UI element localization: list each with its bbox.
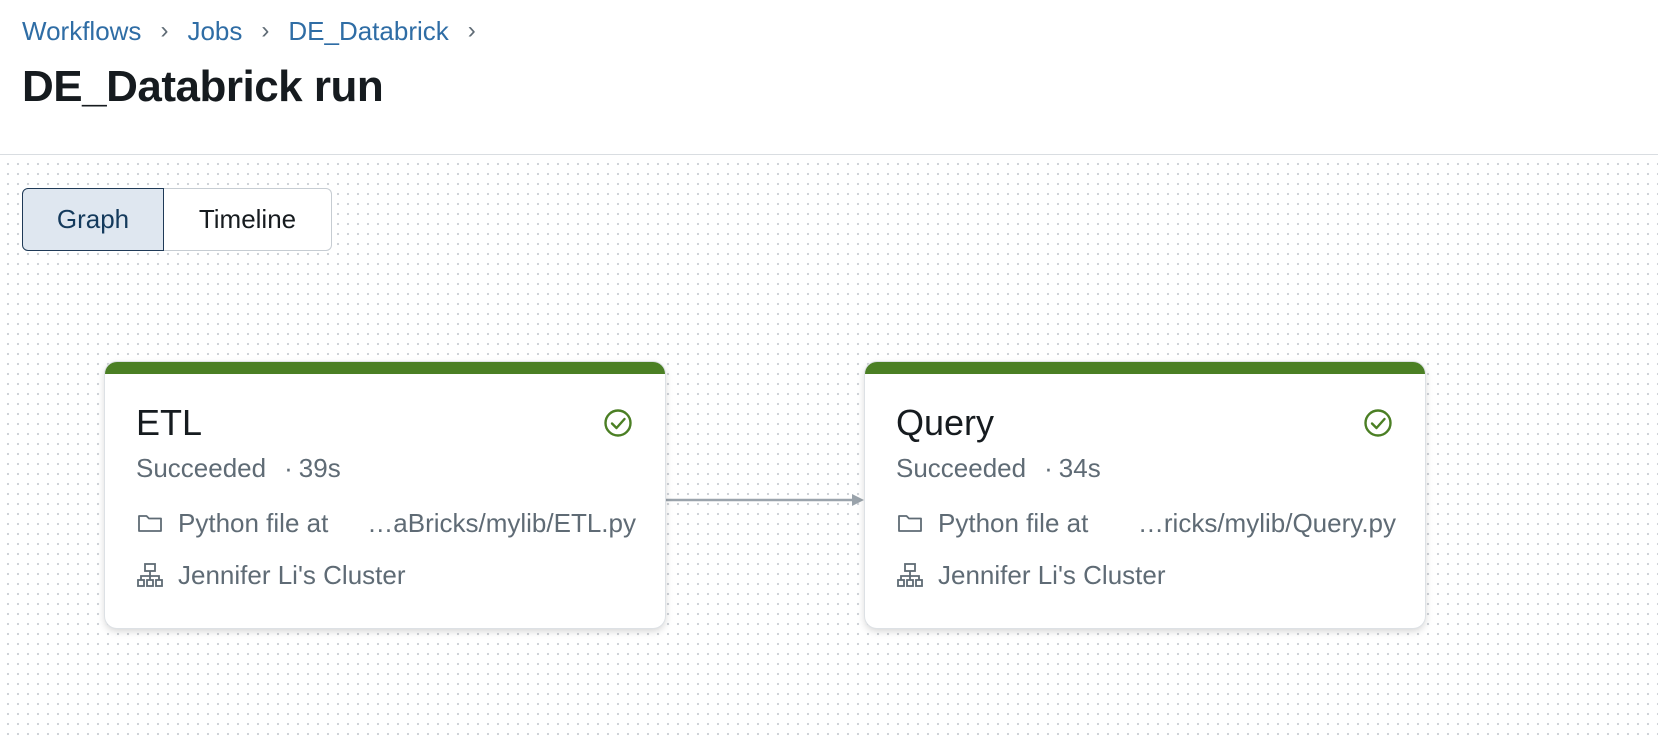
task-card-query[interactable]: Query Succeeded · 34s Python file at …ri… [865,362,1425,628]
task-cluster-row: Jennifer Li's Cluster [136,559,406,591]
file-path: …aBricks/mylib/ETL.py [367,507,636,538]
breadcrumb-workflows[interactable]: Workflows [22,16,141,47]
task-file-row: Python file at …aBricks/mylib/ETL.py [136,507,636,539]
cluster-name: Jennifer Li's Cluster [178,559,406,590]
view-toggle: Graph Timeline [22,188,332,251]
task-status: Succeeded · 39s [136,453,341,484]
breadcrumb-separator: › [467,17,476,44]
duration-text: 34s [1058,453,1101,483]
timeline-view-button[interactable]: Timeline [164,188,332,251]
cluster-icon [137,563,163,587]
breadcrumb-separator: › [160,17,169,44]
status-text: Succeeded [896,453,1027,483]
breadcrumb-jobs[interactable]: Jobs [187,16,242,47]
task-file-row: Python file at …ricks/mylib/Query.py [896,507,1396,539]
task-card-etl[interactable]: ETL Succeeded · 39s Python file at …aBri… [105,362,665,628]
cluster-icon [897,563,923,587]
breadcrumb-separator: › [261,17,270,44]
graph-view-button[interactable]: Graph [22,188,164,251]
task-cluster-row: Jennifer Li's Cluster [896,559,1166,591]
file-label: Python file at [178,507,329,538]
duration-separator: · [284,453,293,483]
cluster-name: Jennifer Li's Cluster [938,559,1166,590]
dag-canvas[interactable]: Graph Timeline ETL Succeeded · 39s Pytho… [0,156,1658,740]
breadcrumb-job[interactable]: DE_Databrick [288,16,448,47]
file-label: Python file at [938,507,1089,538]
status-text: Succeeded [136,453,267,483]
breadcrumb: Workflows › Jobs › DE_Databrick › [22,14,495,48]
dependency-edge [664,494,864,506]
task-name: ETL [136,402,203,443]
page-header: Workflows › Jobs › DE_Databrick › DE_Dat… [0,0,1658,155]
file-path: …ricks/mylib/Query.py [1137,507,1396,538]
folder-icon [138,515,162,532]
duration-separator: · [1044,453,1053,483]
task-status: Succeeded · 34s [896,453,1101,484]
check-circle-icon [604,409,632,437]
folder-icon [898,515,922,532]
page-title: DE_Databrick run [22,62,384,111]
task-name: Query [896,402,995,443]
duration-text: 39s [298,453,341,483]
check-circle-icon [1364,409,1392,437]
